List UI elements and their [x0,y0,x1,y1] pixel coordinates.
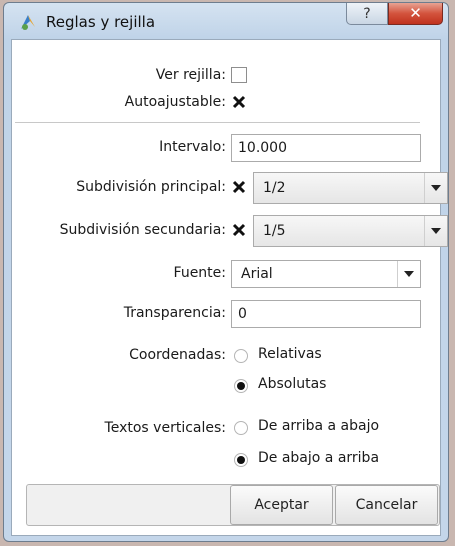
coordinates-relative-radio[interactable] [234,349,248,363]
show-grid-label: Ver rejilla: [155,67,226,83]
vertical-texts-label: Textos verticales: [104,420,226,436]
accept-button[interactable]: Aceptar [230,485,333,525]
vertical-bottom-up-radio[interactable] [234,453,248,467]
font-label: Fuente: [173,265,226,281]
coordinates-label: Coordenadas: [129,347,226,363]
close-button[interactable]: ✕ [388,3,443,25]
cancel-button[interactable]: Cancelar [335,485,438,525]
chevron-down-icon [424,173,447,203]
coordinates-relative-label[interactable]: Relativas [258,346,322,362]
chevron-down-icon [397,261,420,287]
main-subdivision-checkbox[interactable] [231,179,247,195]
main-subdivision-label: Subdivisión principal: [76,179,226,195]
vertical-bottom-up-label[interactable]: De abajo a arriba [258,450,379,466]
main-subdivision-select[interactable]: 1/2 [253,172,448,204]
window-title: Reglas y rejilla [46,13,156,31]
secondary-subdivision-label: Subdivisión secundaria: [59,222,226,238]
help-button[interactable]: ? [346,3,388,25]
app-icon [18,12,38,32]
font-select[interactable]: Arial [231,260,421,288]
coordinates-absolute-radio[interactable] [234,379,248,393]
dialog-window: Reglas y rejilla ? ✕ Ver rejilla: Autoaj… [3,2,449,542]
interval-input[interactable]: 10.000 [231,134,421,162]
auto-adjust-checkbox[interactable] [231,94,247,110]
vertical-top-down-radio[interactable] [234,421,248,435]
show-grid-checkbox[interactable] [231,67,247,83]
main-subdivision-value: 1/2 [263,180,286,196]
coordinates-absolute-label[interactable]: Absolutas [258,376,326,392]
chevron-down-icon [424,216,447,246]
separator [15,122,420,123]
secondary-subdivision-value: 1/5 [263,223,286,239]
interval-label: Intervalo: [159,139,226,155]
secondary-subdivision-select[interactable]: 1/5 [253,215,448,247]
secondary-subdivision-checkbox[interactable] [231,222,247,238]
vertical-top-down-label[interactable]: De arriba a abajo [258,418,379,434]
auto-adjust-label: Autoajustable: [124,94,226,110]
title-bar[interactable]: Reglas y rejilla ? ✕ [4,3,448,39]
transparency-label: Transparencia: [123,305,226,321]
transparency-input[interactable]: 0 [231,300,421,328]
font-value: Arial [241,266,273,282]
